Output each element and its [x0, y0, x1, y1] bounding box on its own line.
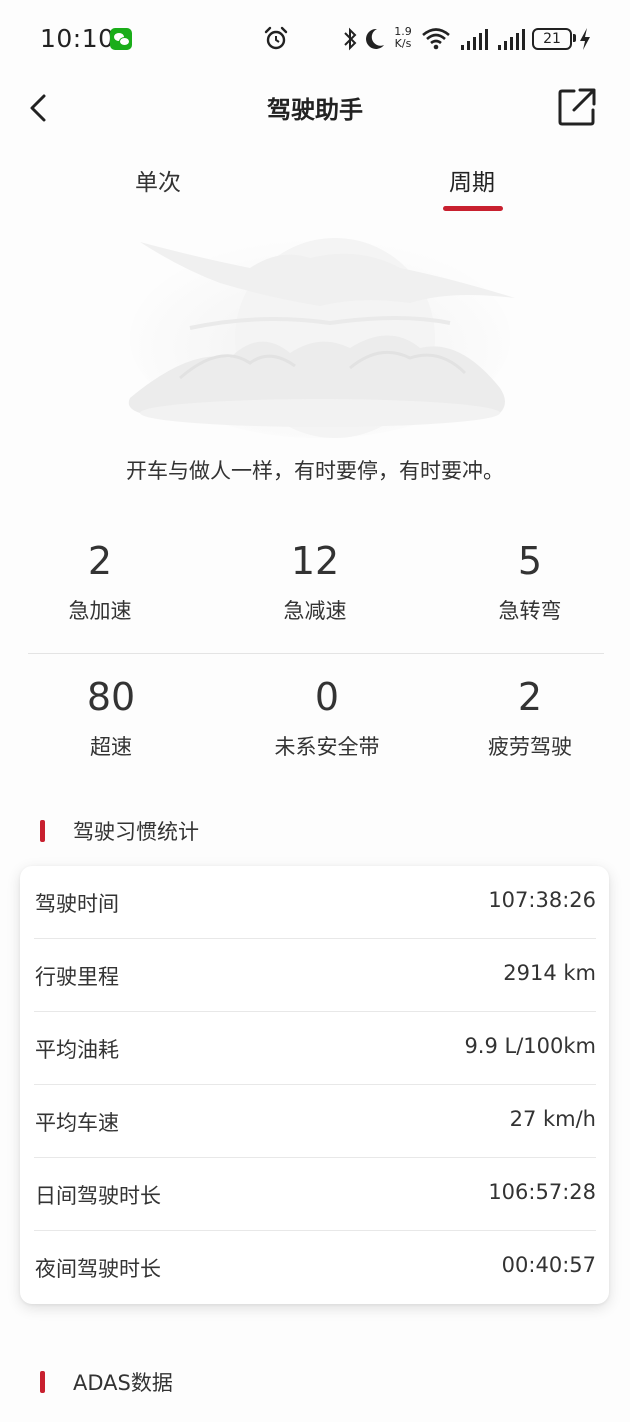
stat-label: 急加速: [68, 599, 132, 623]
stat-label: 急减速: [283, 599, 347, 623]
signal-strength-icon-1: [461, 29, 488, 50]
alarm-icon: [264, 26, 288, 50]
wechat-notification-icon: [110, 28, 132, 50]
stat-label: 急转弯: [498, 599, 562, 623]
row-label: 平均车速: [35, 1111, 119, 1135]
stat-value: 5: [517, 539, 543, 583]
tab-active-indicator: [443, 206, 503, 211]
motto-text: 开车与做人一样，有时要停，有时要冲。: [126, 459, 504, 483]
habits-section-title: 驾驶习惯统计: [73, 820, 199, 844]
share-button[interactable]: [556, 86, 598, 128]
row-value: 106:57:28: [488, 1180, 596, 1204]
wifi-icon: [422, 28, 450, 50]
habit-row-driving-time: 驾驶时间 107:38:26: [34, 866, 596, 939]
stat-label: 超速: [90, 735, 132, 759]
stat-value: 12: [290, 539, 340, 583]
page-title: 驾驶助手: [267, 96, 363, 124]
network-speed-unit: K/s: [394, 37, 412, 50]
stat-value: 0: [314, 675, 340, 719]
stat-label: 未系安全带: [274, 735, 380, 759]
habit-row-daytime-driving: 日间驾驶时长 106:57:28: [34, 1158, 596, 1231]
row-value: 9.9 L/100km: [464, 1034, 596, 1058]
driving-assistant-page: 10:10 1.9 K/s 21 驾驶助手 单次 周期 开车与做人一样，有时要停…: [0, 0, 630, 1422]
adas-section-title: ADAS数据: [73, 1371, 173, 1395]
stat-no-seatbelt: 0 未系安全带: [227, 673, 427, 761]
stat-fatigue-driving: 2 疲劳驾驶: [430, 673, 630, 761]
landscape-illustration: [128, 238, 515, 438]
habit-row-average-speed: 平均车速 27 km/h: [34, 1085, 596, 1158]
row-value: 2914 km: [503, 961, 596, 985]
habit-row-night-driving: 夜间驾驶时长 00:40:57: [34, 1231, 596, 1304]
stat-hard-acceleration: 2 急加速: [0, 537, 200, 625]
stat-label: 疲劳驾驶: [488, 735, 572, 759]
stat-value: 2: [87, 539, 113, 583]
row-label: 夜间驾驶时长: [35, 1257, 161, 1281]
charging-icon: [580, 28, 590, 50]
external-link-icon: [558, 88, 596, 126]
stat-speeding: 80 超速: [11, 673, 211, 761]
section-marker: [40, 820, 45, 842]
do-not-disturb-moon-icon: [366, 28, 384, 49]
stat-value: 2: [517, 675, 543, 719]
row-label: 驾驶时间: [35, 892, 119, 916]
status-time: 10:10: [40, 24, 115, 53]
stat-sharp-turn: 5 急转弯: [430, 537, 630, 625]
row-value: 27 km/h: [509, 1107, 596, 1131]
stat-hard-braking: 12 急减速: [215, 537, 415, 625]
stats-divider: [28, 653, 604, 654]
stat-value: 80: [86, 675, 136, 719]
battery-indicator: 21: [532, 28, 572, 50]
row-value: 00:40:57: [501, 1253, 596, 1277]
row-label: 平均油耗: [35, 1038, 119, 1062]
section-marker: [40, 1371, 45, 1393]
battery-level: 21: [543, 31, 561, 47]
bluetooth-icon: [344, 27, 357, 51]
habits-card: 驾驶时间 107:38:26 行驶里程 2914 km 平均油耗 9.9 L/1…: [20, 866, 609, 1304]
row-label: 行驶里程: [35, 965, 119, 989]
tab-period[interactable]: 周期: [412, 163, 532, 197]
row-label: 日间驾驶时长: [35, 1184, 161, 1208]
network-speed: 1.9 K/s: [392, 26, 414, 50]
battery-tip: [573, 34, 576, 42]
habit-row-mileage: 行驶里程 2914 km: [34, 939, 596, 1012]
habit-row-fuel-consumption: 平均油耗 9.9 L/100km: [34, 1012, 596, 1085]
tab-single[interactable]: 单次: [98, 163, 218, 197]
status-bar: 10:10 1.9 K/s 21: [0, 0, 630, 78]
row-value: 107:38:26: [488, 888, 596, 912]
signal-strength-icon-2: [498, 29, 525, 50]
